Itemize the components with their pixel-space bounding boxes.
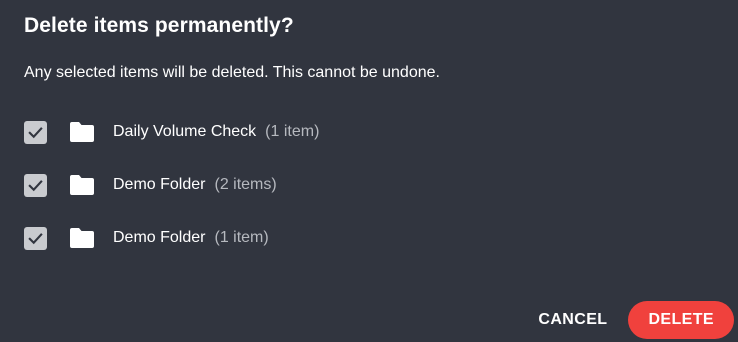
dialog-title: Delete items permanently?	[24, 14, 294, 37]
item-name: Demo Folder	[113, 229, 206, 246]
dialog-message: Any selected items will be deleted. This…	[24, 64, 440, 81]
list-item[interactable]: Demo Folder (1 item)	[24, 225, 319, 251]
folder-icon	[69, 227, 95, 249]
cancel-button[interactable]: CANCEL	[519, 301, 626, 339]
item-count: (1 item)	[265, 123, 320, 140]
item-count: (1 item)	[214, 229, 269, 246]
item-checkbox[interactable]	[24, 173, 47, 197]
item-count: (2 items)	[214, 176, 277, 193]
dialog-actions: CANCEL DELETE	[519, 301, 734, 339]
item-list: Daily Volume Check (1 item) Demo Folder …	[24, 119, 319, 278]
item-name: Daily Volume Check	[113, 123, 257, 140]
item-checkbox[interactable]	[24, 226, 47, 250]
item-name: Demo Folder	[113, 176, 206, 193]
checkmark-icon	[28, 126, 43, 138]
list-item[interactable]: Daily Volume Check (1 item)	[24, 119, 319, 145]
checkmark-icon	[28, 232, 43, 244]
checkmark-icon	[28, 179, 43, 191]
list-item[interactable]: Demo Folder (2 items)	[24, 172, 319, 198]
delete-button[interactable]: DELETE	[628, 301, 734, 339]
delete-confirm-dialog: Delete items permanently? Any selected i…	[0, 0, 738, 342]
folder-icon	[69, 174, 95, 196]
folder-icon	[69, 121, 95, 143]
item-checkbox[interactable]	[24, 120, 47, 144]
